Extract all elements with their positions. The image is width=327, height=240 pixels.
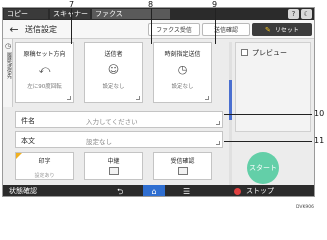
tile-label: 印字 [38,158,51,165]
corner-icon [136,96,140,100]
preview-label: プレビュー [252,49,287,57]
tile-timed-send[interactable]: 時刻指定送信 ◷ 設定なし [153,42,212,103]
callout-8: 8 [148,0,154,9]
tile-label: 原稿セット方向 [23,51,66,58]
tile-label: 受信確認 [170,158,195,165]
tile-sender[interactable]: 送信者 ☺ 設定なし [84,42,143,103]
device-screen: コピー スキャナー ファクス ? ☾ ← 送信設定 ファクス受信 送信確認 ✎リ… [2,7,315,197]
subject-label: 件名 [21,117,35,125]
rotate-icon: ⤺ [38,63,51,76]
body-field[interactable]: 本文 設定なし [15,131,223,148]
clock-icon: ◷ [177,63,188,76]
menu-icon[interactable]: ☰ [183,186,190,196]
tile-value: 設定なし [102,84,125,90]
start-button[interactable]: スタート [247,152,279,184]
corner-icon [216,141,220,145]
tab-scanner[interactable]: スキャナー [50,9,90,19]
tile-value: 設定なし [171,84,194,90]
document-icon [178,167,188,175]
preview-panel: プレビュー [235,42,311,132]
history-side-tab[interactable]: ◷ 履歴/送信先 [3,39,13,107]
tile-relay[interactable]: 中継 [84,152,143,180]
stop-button[interactable]: ストップ [246,186,274,196]
help-icon[interactable]: ? [288,9,299,19]
callout-9: 9 [212,0,218,9]
subject-field[interactable]: 件名 入力してください [15,111,223,128]
reset-button[interactable]: ✎ リセット [252,23,312,36]
reset-label: リセット [274,27,299,34]
moon-icon[interactable]: ☾ [301,9,312,19]
back-icon[interactable]: ⮌ [117,186,123,196]
title-bar: ← 送信設定 ファクス受信 送信確認 ✎ リセット [3,20,314,39]
callout-line [151,8,152,44]
preview-checkbox[interactable] [241,49,248,56]
callout-line [224,114,312,115]
tile-receipt-confirm[interactable]: 受信確認 [153,152,212,180]
tile-label: 中継 [107,158,120,165]
side-tab-label: 履歴/送信先 [6,52,12,79]
home-icon[interactable]: ⌂ [143,185,165,196]
person-icon: ☺ [107,63,120,76]
fax-receive-button[interactable]: ファクス受信 [148,23,200,36]
pencil-icon: ✎ [265,26,271,34]
top-status-bar: コピー スキャナー ファクス ? ☾ [3,8,314,20]
tile-stamp[interactable]: 印字 設定あり [15,152,74,180]
back-arrow-icon[interactable]: ← [6,22,22,37]
page-title: 送信設定 [25,25,57,34]
tile-original-orientation[interactable]: 原稿セット方向 ⤺ 左に90度回転 [15,42,74,103]
clock-icon: ◷ [4,42,12,50]
callout-11: 11 [314,136,325,145]
body-label: 本文 [21,137,35,145]
callout-10: 10 [314,109,325,118]
callout-7: 7 [69,0,75,9]
stop-icon [234,188,241,195]
corner-icon [67,96,71,100]
callout-line [71,8,72,44]
document-icon [109,167,119,175]
send-confirm-button[interactable]: 送信確認 [202,23,250,36]
tile-label: 送信者 [104,51,123,58]
corner-icon [216,121,220,125]
corner-icon [205,96,209,100]
tab-fax[interactable]: ファクス [92,9,170,19]
tile-value: 設定あり [34,173,55,179]
callout-line [215,8,216,44]
bottom-bar: 状態確認 ⮌ ⌂ ☰ ストップ [3,185,314,196]
subject-value: 入力してください [86,118,138,126]
body-value: 設定なし [86,138,112,146]
tab-copy[interactable]: コピー [4,9,48,19]
image-code: DVK906 [296,205,315,210]
tile-label: 時刻指定送信 [164,51,201,58]
status-check-button[interactable]: 状態確認 [9,186,37,196]
tile-value: 左に90度回転 [27,84,62,90]
callout-line [224,141,312,142]
